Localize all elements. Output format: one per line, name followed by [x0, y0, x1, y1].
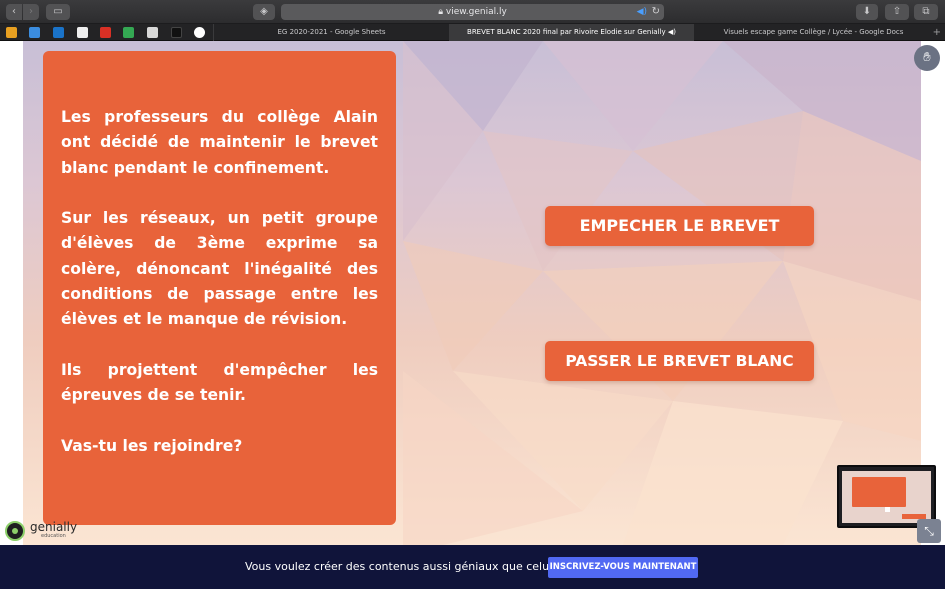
new-tab-icon[interactable]: + [933, 24, 941, 41]
slide-canvas: Les professeurs du collège Alain ont déc… [23, 41, 921, 545]
signup-banner: Vous voulez créer des contenus aussi gén… [0, 545, 945, 589]
address-bar[interactable]: 🔒︎ view.genial.ly ◀) ↻ [281, 4, 664, 20]
banner-text: Vous voulez créer des contenus aussi gén… [245, 560, 575, 573]
tab-genially[interactable]: BREVET BLANC 2020 final par Rivoire Elod… [449, 24, 693, 41]
dark-icon[interactable] [171, 27, 182, 38]
collapse-icon[interactable]: ⤡ [917, 519, 941, 543]
pocket-icon[interactable] [29, 27, 40, 38]
thumbnail-dot [885, 507, 890, 512]
signup-button[interactable]: INSCRIVEZ-VOUS MAINTENANT [548, 557, 698, 578]
sidebar-toggle-button[interactable]: ▭ [46, 4, 70, 20]
tabs-icon: ⧉ [922, 6, 930, 17]
url-text: 🔒︎ view.genial.ly [438, 7, 507, 17]
download-icon: ⬇ [862, 6, 872, 17]
tab-bar: EG 2020-2021 - Google Sheets BREVET BLAN… [0, 24, 945, 41]
google-icon[interactable] [194, 27, 205, 38]
browser-toolbar: ‹ › ▭ ◈ 🔒︎ view.genial.ly ◀) ↻ ⬇ ⇧ ⧉ [0, 0, 945, 24]
tab-docs[interactable]: Visuels escape game Collège / Lycée - Go… [693, 24, 933, 41]
sidebar-icon: ▭ [53, 6, 63, 17]
outlook-icon[interactable] [53, 27, 64, 38]
tab-sheets[interactable]: EG 2020-2021 - Google Sheets [213, 24, 449, 41]
forward-button[interactable]: › [23, 4, 39, 20]
story-paragraph: Ils projettent d'empêcher les épreuves d… [61, 360, 378, 405]
story-paragraph: Sur les réseaux, un petit groupe d'élève… [61, 209, 378, 329]
tag-icon: ◈ [260, 6, 268, 17]
pinterest-icon[interactable] [77, 27, 88, 38]
chevron-right-icon: › [29, 6, 33, 17]
gmail-icon[interactable] [100, 27, 111, 38]
reload-icon[interactable]: ↻ [652, 4, 660, 20]
speaker-icon[interactable]: ◀) [668, 28, 676, 36]
bookmark-icon[interactable] [6, 27, 17, 38]
show-tabs-button[interactable]: ⧉ [914, 4, 938, 20]
chevron-left-icon: ‹ [12, 6, 16, 17]
lock-icon: 🔒︎ [438, 7, 443, 17]
story-paragraph: Les professeurs du collège Alain ont déc… [61, 108, 378, 177]
share-icon: ⇧ [892, 6, 902, 17]
share-button[interactable]: ⇧ [885, 4, 909, 20]
passer-brevet-button[interactable]: PASSER LE BREVET BLANC [545, 341, 814, 381]
thumbnail-preview [842, 471, 931, 523]
downloads-button[interactable]: ⬇ [856, 4, 878, 20]
story-text-card: Les professeurs du collège Alain ont déc… [43, 51, 396, 525]
thumbnail-card [852, 477, 906, 507]
genially-logo[interactable]: genially education [5, 519, 95, 543]
page: Les professeurs du collège Alain ont déc… [0, 41, 945, 545]
genially-logo-icon [5, 521, 25, 541]
hand-icon[interactable]: ✋︎ [914, 45, 940, 71]
drive-icon[interactable] [123, 27, 134, 38]
notes-icon[interactable] [147, 27, 158, 38]
story-question: Vas-tu les rejoindre? [61, 436, 243, 455]
empecher-brevet-button[interactable]: EMPECHER LE BREVET [545, 206, 814, 246]
speaker-icon[interactable]: ◀) [637, 4, 647, 20]
back-button[interactable]: ‹ [6, 4, 22, 20]
tag-button[interactable]: ◈ [253, 4, 275, 20]
